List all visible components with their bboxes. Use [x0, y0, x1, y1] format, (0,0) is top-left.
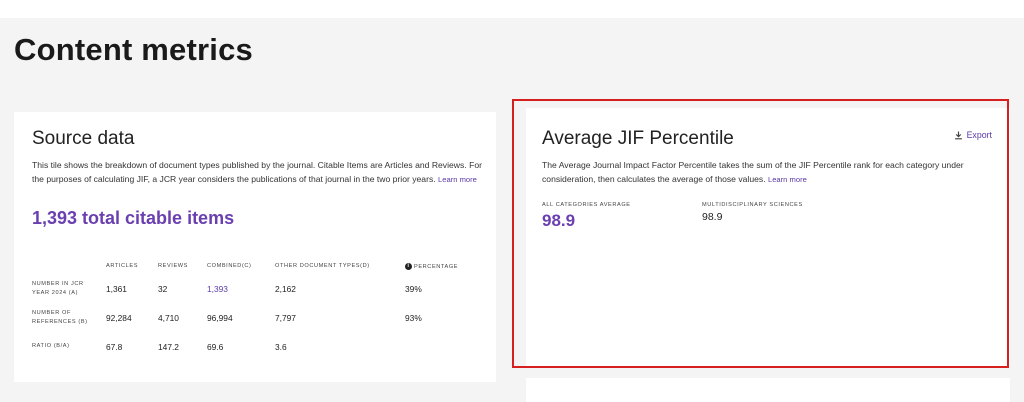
info-icon[interactable]: i — [405, 262, 412, 270]
jif-percentile-title: Average JIF Percentile — [542, 128, 734, 149]
source-data-table: ARTICLES REVIEWS COMBINED(C) OTHER DOCUM… — [32, 258, 485, 361]
cell-articles: 67.8 — [106, 341, 123, 352]
export-button[interactable]: Export — [954, 130, 992, 140]
table-row: NUMBER OF REFERENCES (B) 92,284 4,710 96,… — [32, 303, 485, 332]
cell-combined-link[interactable]: 1,393 — [207, 274, 275, 303]
header-reviews: REVIEWS — [158, 263, 188, 269]
total-citable-items: 1,393 total citable items — [32, 208, 235, 228]
cell-reviews: 32 — [158, 283, 168, 294]
source-data-description-text: This tile shows the breakdown of documen… — [32, 160, 482, 184]
cell-other: 7,797 — [275, 312, 296, 323]
cell-percentage — [405, 332, 485, 361]
row-label-line1: NUMBER OF — [32, 309, 71, 316]
cell-combined: 96,994 — [207, 312, 233, 323]
all-categories-label: ALL CATEGORIES AVERAGE — [542, 202, 631, 208]
cell-articles: 92,284 — [106, 312, 132, 323]
page-title: Content metrics — [14, 32, 253, 67]
row-label-line1: RATIO (B/A) — [32, 343, 70, 349]
table-row: NUMBER IN JCR YEAR 2024 (A) 1,361 32 1,39… — [32, 274, 485, 303]
source-data-card: Source data This tile shows the breakdow… — [14, 112, 496, 382]
header-percentage-label: PERCENTAGE — [414, 263, 459, 270]
row-label: NUMBER OF REFERENCES (B) — [32, 303, 106, 332]
table-header-row: ARTICLES REVIEWS COMBINED(C) OTHER DOCUM… — [32, 258, 485, 274]
row-label: RATIO (B/A) — [32, 332, 106, 361]
jif-learn-more-link[interactable]: Learn more — [768, 175, 807, 184]
row-label: NUMBER IN JCR YEAR 2024 (A) — [32, 274, 106, 303]
cell-percentage: 39% — [405, 283, 422, 294]
combined-link[interactable]: 1,393 — [207, 284, 228, 294]
row-label-line1: NUMBER IN JCR — [32, 280, 84, 287]
table-row: RATIO (B/A) 67.8 147.2 69.6 3.6 — [32, 332, 485, 361]
cell-combined: 69.6 — [207, 341, 224, 352]
row-label-line2: REFERENCES (B) — [32, 318, 88, 325]
header-combined: COMBINED(C) — [207, 263, 252, 269]
jif-percentile-description-text: The Average Journal Impact Factor Percen… — [542, 160, 964, 184]
header-articles: ARTICLES — [106, 263, 139, 269]
cell-reviews: 4,710 — [158, 312, 179, 323]
export-label: Export — [966, 130, 992, 140]
row-label-line2: YEAR 2024 (A) — [32, 289, 79, 296]
all-categories-value: 98.9 — [542, 211, 576, 230]
source-data-description: This tile shows the breakdown of documen… — [32, 158, 484, 187]
download-icon — [954, 130, 962, 139]
next-card-edge — [526, 378, 1010, 402]
source-data-learn-more-link[interactable]: Learn more — [438, 175, 477, 184]
jif-percentile-card: Average JIF Percentile Export The Averag… — [526, 108, 1010, 366]
source-data-title: Source data — [32, 128, 135, 149]
header-other-document-types: OTHER DOCUMENT TYPES(D) — [275, 263, 370, 269]
cell-percentage: 93% — [405, 312, 422, 323]
cell-reviews: 147.2 — [158, 341, 179, 352]
cell-other: 3.6 — [275, 341, 287, 352]
cell-articles: 1,361 — [106, 283, 127, 294]
jif-percentile-description: The Average Journal Impact Factor Percen… — [542, 158, 996, 187]
header-row-label — [32, 258, 106, 274]
cell-other: 2,162 — [275, 283, 296, 294]
category-label: MULTIDISCIPLINARY SCIENCES — [702, 202, 803, 208]
category-value: 98.9 — [702, 211, 723, 223]
header-percentage: i PERCENTAGE — [405, 258, 485, 274]
